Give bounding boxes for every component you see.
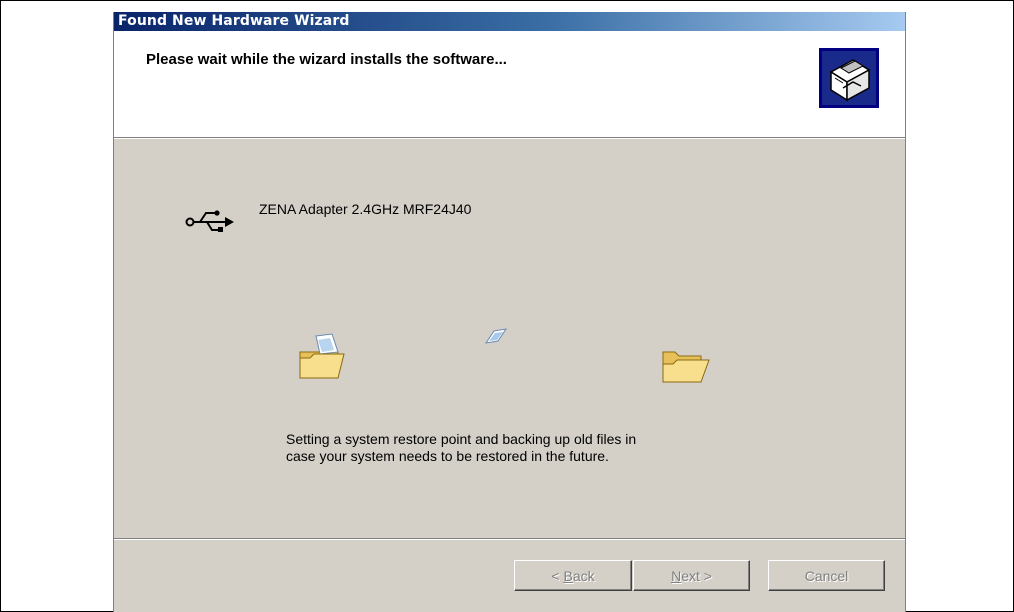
hardware-box-icon <box>819 48 879 108</box>
next-button-rest: ext > <box>681 567 712 584</box>
window-title: Found New Hardware Wizard <box>118 13 350 29</box>
title-bar[interactable]: Found New Hardware Wizard <box>114 12 905 31</box>
back-button-rest: ack <box>572 567 595 584</box>
header-title: Please wait while the wizard installs th… <box>146 51 507 68</box>
header-divider <box>114 137 905 139</box>
usb-icon <box>185 210 234 232</box>
status-line-1: Setting a system restore point and backi… <box>286 431 637 447</box>
next-button-mnemonic: N <box>671 567 682 584</box>
next-button[interactable]: Next > <box>633 560 750 591</box>
cancel-button[interactable]: Cancel <box>768 560 885 591</box>
open-folder-icon <box>662 351 710 383</box>
cancel-button-label: Cancel <box>804 567 849 584</box>
wizard-header: Please wait while the wizard installs th… <box>114 31 905 137</box>
flying-document-icon <box>484 328 508 344</box>
back-button-prefix: < <box>551 567 564 584</box>
status-text: Setting a system restore point and backi… <box>286 431 806 465</box>
status-line-2: case your system needs to be restored in… <box>286 448 609 464</box>
back-button-mnemonic: B <box>563 567 573 584</box>
back-button[interactable]: < Back <box>514 560 632 591</box>
folder-with-document-icon <box>299 333 345 379</box>
footer-divider <box>114 538 905 540</box>
wizard-window: Found New Hardware Wizard Please wait wh… <box>113 12 906 612</box>
device-name: ZENA Adapter 2.4GHz MRF24J40 <box>259 201 472 217</box>
